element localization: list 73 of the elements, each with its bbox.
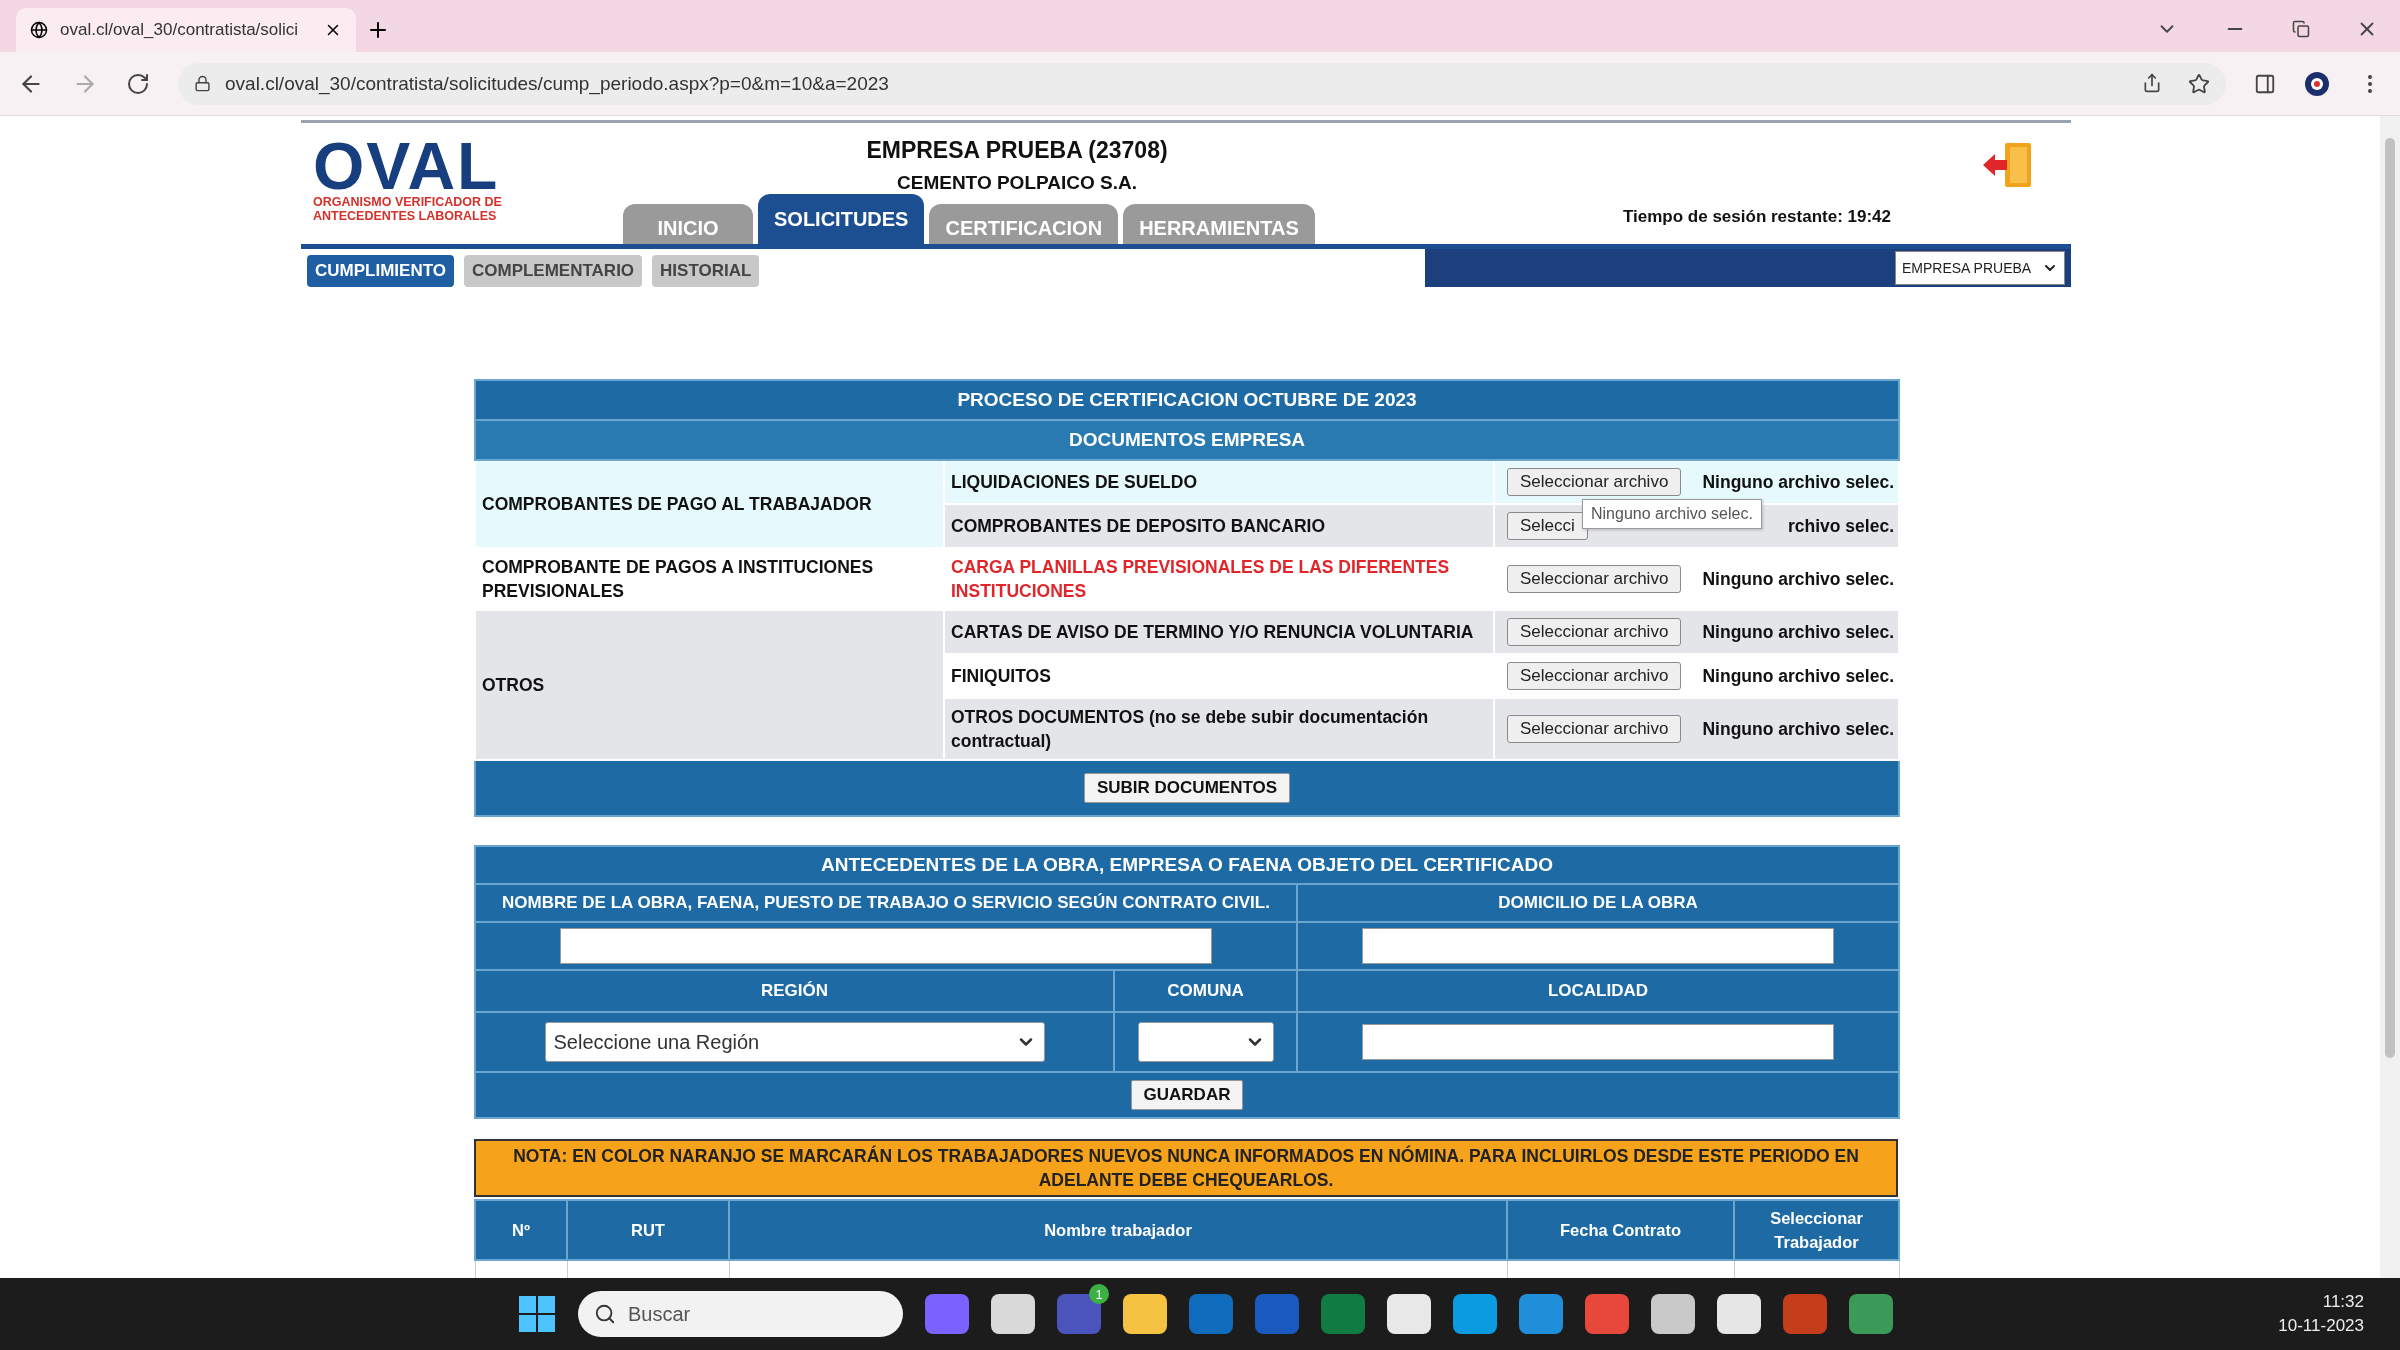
restore-icon[interactable] bbox=[2292, 20, 2310, 38]
clock-date: 10-11-2023 bbox=[2278, 1316, 2364, 1336]
column-header: Seleccionar Trabajador bbox=[1734, 1200, 1899, 1260]
globe-icon bbox=[30, 21, 48, 39]
file-status: Ninguno archivo selec. bbox=[1702, 718, 1895, 740]
notification-badge: 1 bbox=[1089, 1284, 1109, 1304]
upload-button[interactable]: SUBIR DOCUMENTOS bbox=[1083, 773, 1291, 803]
field-label: DOMICILIO DE LA OBRA bbox=[1297, 884, 1900, 922]
choose-file-button[interactable]: Seleccionar archivo bbox=[1507, 618, 1682, 646]
bookmark-star-icon[interactable] bbox=[2188, 72, 2210, 95]
sub-tab[interactable]: COMPLEMENTARIO bbox=[463, 255, 643, 287]
document-label: CARTAS DE AVISO DE TERMINO Y/O RENUNCIA VOLUNTARIA bbox=[944, 610, 1494, 654]
sub-tab[interactable]: CUMPLIMIENTO bbox=[307, 255, 454, 287]
app-icon[interactable] bbox=[1453, 1294, 1497, 1334]
file-status: rchivo selec. bbox=[1788, 515, 1895, 537]
company-select[interactable]: EMPRESA PRUEBA bbox=[1895, 251, 2065, 285]
choose-file-button[interactable]: Seleccionar archivo bbox=[1507, 662, 1682, 690]
search-icon bbox=[594, 1303, 616, 1325]
input-field[interactable] bbox=[1362, 928, 1834, 964]
windows-start-icon[interactable] bbox=[518, 1295, 556, 1333]
field-label: NOMBRE DE LA OBRA, FAENA, PUESTO DE TRABAJO O SERVICIO SEGÚN CONTRATO CIVIL. bbox=[475, 884, 1297, 922]
section-title: PROCESO DE CERTIFICACION OCTUBRE DE 2023 bbox=[475, 380, 1900, 420]
lock-icon bbox=[194, 75, 211, 92]
section-subtitle: DOCUMENTOS EMPRESA bbox=[475, 420, 1900, 460]
file-status: Ninguno archivo selec. bbox=[1702, 621, 1895, 643]
column-header: RUT bbox=[567, 1200, 729, 1260]
group-label: COMPROBANTES DE PAGO AL TRABAJADOR bbox=[475, 460, 944, 548]
client-name: CEMENTO POLPAICO S.A. bbox=[897, 172, 1137, 194]
column-header: Fecha Contrato bbox=[1507, 1200, 1734, 1260]
document-label: COMPROBANTES DE DEPOSITO BANCARIO bbox=[944, 504, 1494, 548]
logo: OVAL bbox=[313, 137, 500, 195]
logo-subtitle: ANTECEDENTES LABORALES bbox=[313, 209, 498, 223]
side-panel-icon[interactable] bbox=[2254, 72, 2276, 95]
field-label: LOCALIDAD bbox=[1297, 970, 1900, 1012]
choose-file-button[interactable]: Seleccionar archivo bbox=[1507, 468, 1682, 496]
choose-file-button[interactable]: Selecci bbox=[1507, 512, 1588, 540]
logo-subtitle: ORGANISMO VERIFICADOR DE bbox=[313, 195, 503, 209]
reload-icon[interactable] bbox=[126, 71, 150, 96]
column-header: Nombre trabajador bbox=[729, 1200, 1507, 1260]
sub-tab[interactable]: HISTORIAL bbox=[652, 255, 760, 287]
notice-banner: NOTA: EN COLOR NARANJO SE MARCARÁN LOS TRABAJADORES NUEVOS NUNCA INFORMADOS EN NÓMINA. PARA INCLUIRLOS DESDE ESTE PERIODO EN ADELANTE DEBE CHEQUEARLOS. bbox=[474, 1139, 1898, 1197]
clock-time: 11:32 bbox=[2322, 1292, 2364, 1312]
field-label: REGIÓN bbox=[475, 970, 1114, 1012]
browser-tab[interactable]: oval.cl/oval_30/contratista/solici bbox=[16, 8, 356, 52]
file-status: Ninguno archivo selec. bbox=[1702, 471, 1895, 493]
app-icon[interactable] bbox=[1387, 1294, 1431, 1334]
document-label: OTROS DOCUMENTOS (no se debe subir documentación contractual) bbox=[944, 698, 1494, 760]
app-icon[interactable] bbox=[1123, 1294, 1167, 1334]
document-label: LIQUIDACIONES DE SUELDO bbox=[944, 460, 1494, 504]
file-status: Ninguno archivo selec. bbox=[1702, 568, 1895, 590]
company-name: EMPRESA PRUEBA (23708) bbox=[866, 137, 1168, 164]
choose-file-button[interactable]: Seleccionar archivo bbox=[1507, 715, 1682, 743]
app-icon[interactable] bbox=[1717, 1294, 1761, 1334]
scrollbar[interactable] bbox=[2380, 116, 2400, 1278]
address-bar[interactable]: oval.cl/oval_30/contratista/solicitudes/cump_periodo.aspx?p=0&m=10&a=2023 bbox=[178, 62, 2226, 105]
input-field[interactable] bbox=[560, 928, 1212, 964]
input-field[interactable] bbox=[1362, 1024, 1834, 1060]
commune-select[interactable] bbox=[1137, 1022, 1274, 1062]
field-label: COMUNA bbox=[1114, 970, 1297, 1012]
region-select[interactable]: Seleccione una Región bbox=[544, 1022, 1045, 1062]
column-header: Nº bbox=[475, 1200, 567, 1260]
save-button[interactable]: GUARDAR bbox=[1130, 1080, 1244, 1110]
session-timer: Tiempo de sesión restante: 19:42 bbox=[1623, 207, 1891, 227]
choose-file-button[interactable]: Seleccionar archivo bbox=[1507, 565, 1682, 593]
tooltip: Ninguno archivo selec. bbox=[1582, 499, 1762, 529]
app-icon[interactable] bbox=[991, 1294, 1035, 1334]
group-label: OTROS bbox=[475, 610, 944, 760]
share-icon[interactable] bbox=[2142, 72, 2162, 93]
app-icon[interactable] bbox=[1651, 1294, 1695, 1334]
section-title: ANTECEDENTES DE LA OBRA, EMPRESA O FAENA OBJETO DEL CERTIFICADO bbox=[475, 846, 1900, 884]
taskbar-search-field[interactable]: Buscar bbox=[578, 1291, 903, 1337]
nav-tab[interactable]: SOLICITUDES bbox=[758, 194, 925, 244]
file-status: Ninguno archivo selec. bbox=[1702, 665, 1895, 687]
